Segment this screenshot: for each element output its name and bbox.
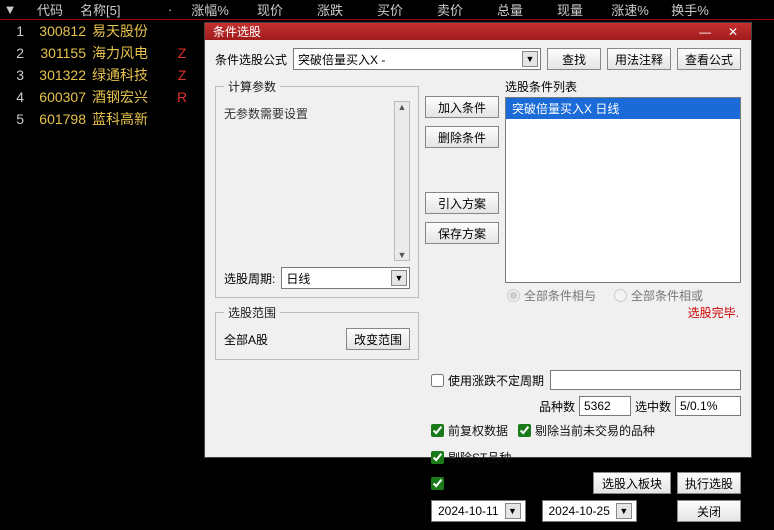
row-code: 300812	[30, 23, 92, 39]
scope-text: 全部A股	[224, 331, 268, 348]
use-pct-checkbox[interactable]: 使用涨跌不定周期	[431, 372, 544, 389]
condition-list-item[interactable]: 突破倍量买入X 日线	[506, 98, 740, 119]
header-ask[interactable]: 卖价	[420, 0, 480, 19]
header-pct[interactable]: 涨幅%	[180, 0, 240, 19]
close-button[interactable]: ✕	[719, 24, 747, 40]
add-condition-button[interactable]: 加入条件	[425, 96, 499, 118]
count-kind-value[interactable]	[579, 396, 631, 416]
row-name: 酒钢宏兴	[92, 87, 172, 107]
import-scheme-button[interactable]: 引入方案	[425, 192, 499, 214]
header-bid[interactable]: 买价	[360, 0, 420, 19]
period-value: 日线	[286, 270, 310, 287]
formula-value: 突破倍量买入X -	[298, 51, 385, 68]
dialog-titlebar[interactable]: 条件选股 — ✕	[205, 23, 751, 40]
period-label: 选股周期:	[224, 270, 275, 287]
header-price[interactable]: 现价	[240, 0, 300, 19]
chk-st-input[interactable]	[431, 451, 444, 464]
row-name: 易天股份	[92, 21, 172, 41]
count-sel-label: 选中数	[635, 398, 671, 415]
delete-condition-button[interactable]: 删除条件	[425, 126, 499, 148]
date-to[interactable]: 2024-10-25 ▼	[542, 500, 637, 522]
view-formula-button[interactable]: 查看公式	[677, 48, 741, 70]
radio-and-input[interactable]	[507, 289, 520, 302]
header-spd[interactable]: 涨速%	[600, 0, 660, 19]
header-dot: ·	[160, 2, 180, 17]
row-index: 5	[0, 111, 30, 127]
row-name: 海力风电	[92, 43, 172, 63]
chk-st[interactable]: 剔除ST品种	[431, 449, 511, 466]
row-code: 600307	[30, 89, 92, 105]
chevron-down-icon[interactable]: ▼	[391, 270, 407, 286]
count-sel-value[interactable]	[675, 396, 741, 416]
radio-and[interactable]: 全部条件相与	[507, 287, 596, 304]
period-select[interactable]: 日线 ▼	[281, 267, 410, 289]
chk-notrade-input[interactable]	[518, 424, 531, 437]
calc-params-legend: 计算参数	[224, 78, 280, 95]
to-block-button[interactable]: 选股入板块	[593, 472, 671, 494]
row-flag: R	[172, 89, 192, 105]
header-name[interactable]: 名称[5]	[80, 0, 160, 19]
row-code: 301155	[30, 45, 92, 61]
radio-or-input[interactable]	[614, 289, 627, 302]
chk-notrade[interactable]: 剔除当前未交易的品种	[518, 422, 655, 439]
condition-stock-dialog: 条件选股 — ✕ 条件选股公式 突破倍量买入X - ▼ 查找 用法注释 查看公式…	[204, 22, 752, 458]
usage-button[interactable]: 用法注释	[607, 48, 671, 70]
row-index: 1	[0, 23, 30, 39]
scope-legend: 选股范围	[224, 304, 280, 321]
status-done: 选股完毕.	[505, 304, 741, 321]
radio-or[interactable]: 全部条件相或	[614, 287, 703, 304]
formula-select[interactable]: 突破倍量买入X - ▼	[293, 48, 541, 70]
minimize-button[interactable]: —	[691, 24, 719, 40]
header-to[interactable]: 换手%	[660, 0, 720, 19]
condition-list-label: 选股条件列表	[505, 78, 741, 95]
count-kind-label: 品种数	[539, 398, 575, 415]
date-from[interactable]: 2024-10-11 ▼	[431, 500, 526, 522]
header-sort-icon[interactable]: ▼	[0, 2, 20, 17]
row-name: 绿通科技	[92, 65, 172, 85]
close-dialog-button[interactable]: 关闭	[677, 500, 741, 522]
chk-fq-input[interactable]	[431, 424, 444, 437]
save-scheme-button[interactable]: 保存方案	[425, 222, 499, 244]
calc-params-group: 计算参数 无参数需要设置 ▲▼ 选股周期: 日线 ▼	[215, 78, 419, 298]
chk-time-input[interactable]	[431, 477, 444, 490]
change-scope-button[interactable]: 改变范围	[346, 328, 410, 350]
header-cur[interactable]: 现量	[540, 0, 600, 19]
formula-label: 条件选股公式	[215, 51, 287, 68]
use-pct-input[interactable]	[550, 370, 741, 390]
calc-params-text: 无参数需要设置	[224, 101, 394, 261]
date-from-value: 2024-10-11	[438, 504, 499, 518]
date-to-value: 2024-10-25	[549, 504, 610, 518]
row-index: 2	[0, 45, 30, 61]
header-vol[interactable]: 总量	[480, 0, 540, 19]
chevron-down-icon[interactable]: ▼	[616, 503, 632, 519]
use-pct-checkbox-input[interactable]	[431, 374, 444, 387]
chevron-down-icon[interactable]: ▼	[505, 503, 521, 519]
row-name: 蓝科高新	[92, 109, 172, 129]
row-flag: Z	[172, 45, 192, 61]
row-flag: Z	[172, 67, 192, 83]
scope-group: 选股范围 全部A股 改变范围	[215, 304, 419, 360]
chevron-down-icon[interactable]: ▼	[522, 51, 538, 67]
run-button[interactable]: 执行选股	[677, 472, 741, 494]
row-index: 4	[0, 89, 30, 105]
scrollbar[interactable]: ▲▼	[394, 101, 410, 261]
header-code[interactable]: 代码	[20, 0, 80, 19]
chk-fq[interactable]: 前复权数据	[431, 422, 508, 439]
row-code: 301322	[30, 67, 92, 83]
dialog-title: 条件选股	[213, 23, 691, 40]
header-chg[interactable]: 涨跌	[300, 0, 360, 19]
chk-time[interactable]: 时间段内满足条件	[431, 475, 544, 492]
row-index: 3	[0, 67, 30, 83]
use-pct-label: 使用涨跌不定周期	[448, 372, 544, 389]
row-code: 601798	[30, 111, 92, 127]
stock-table-header: ▼ 代码 名称[5] · 涨幅% 现价 涨跌 买价 卖价 总量 现量 涨速% 换…	[0, 0, 774, 20]
date-separator: -	[532, 504, 536, 518]
find-button[interactable]: 查找	[547, 48, 601, 70]
condition-list[interactable]: 突破倍量买入X 日线	[505, 97, 741, 283]
